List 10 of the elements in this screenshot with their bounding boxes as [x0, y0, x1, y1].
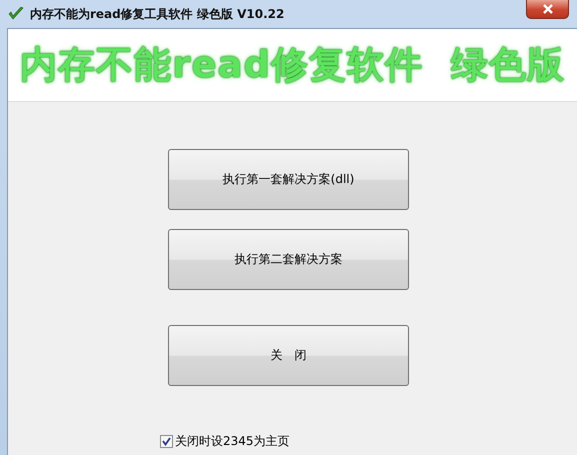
action-button[interactable]: 执行第一套解决方案(dll)	[168, 149, 409, 210]
action-button[interactable]: 执行第二套解决方案	[168, 229, 409, 290]
window-title: 内存不能为read修复工具软件 绿色版 V10.22	[30, 6, 284, 22]
check-mark-icon	[8, 7, 24, 21]
close-button[interactable]	[526, 0, 569, 19]
banner-title: 内存不能read修复软件 绿色版	[20, 42, 565, 88]
checkbox-label: 关闭时设2345为主页	[175, 433, 290, 450]
checkbox[interactable]	[160, 435, 173, 448]
action-button[interactable]: 关 闭	[168, 325, 409, 386]
close-icon	[542, 4, 554, 14]
